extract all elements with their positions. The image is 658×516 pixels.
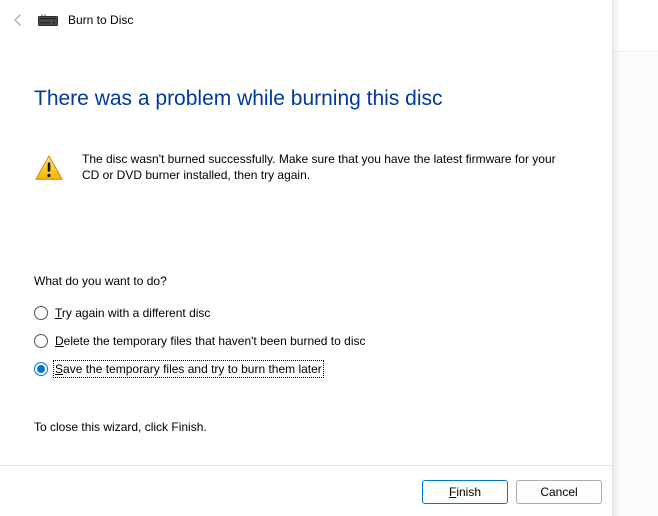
prompt-text: What do you want to do? — [34, 274, 580, 288]
wizard-header: Burn to Disc — [0, 0, 612, 36]
right-chrome-strip — [612, 0, 658, 516]
radio-group: Try again with a different disc Delete t… — [34, 306, 580, 376]
radio-indicator — [34, 334, 48, 348]
radio-save-temp[interactable]: Save the temporary files and try to burn… — [34, 362, 580, 376]
warning-icon — [34, 153, 64, 183]
disc-drive-icon — [38, 13, 58, 27]
radio-label: Delete the temporary files that haven't … — [55, 334, 365, 348]
radio-try-again[interactable]: Try again with a different disc — [34, 306, 580, 320]
radio-indicator — [34, 306, 48, 320]
right-chrome-top — [613, 0, 658, 52]
close-hint: To close this wizard, click Finish. — [34, 420, 580, 434]
radio-delete-temp[interactable]: Delete the temporary files that haven't … — [34, 334, 580, 348]
radio-indicator — [34, 362, 48, 376]
error-row: The disc wasn't burned successfully. Mak… — [34, 151, 580, 183]
radio-label: Save the temporary files and try to burn… — [55, 362, 322, 376]
wizard-footer: Finish Cancel — [0, 480, 612, 504]
footer-divider — [0, 465, 612, 466]
radio-label: Try again with a different disc — [55, 306, 210, 320]
page-heading: There was a problem while burning this d… — [34, 86, 580, 111]
finish-button[interactable]: Finish — [422, 480, 508, 504]
back-arrow-icon — [8, 10, 28, 30]
wizard-window: Burn to Disc There was a problem while b… — [0, 0, 612, 516]
error-message: The disc wasn't burned successfully. Mak… — [82, 151, 580, 183]
wizard-title: Burn to Disc — [68, 13, 133, 27]
wizard-content: There was a problem while burning this d… — [0, 36, 612, 434]
cancel-button[interactable]: Cancel — [516, 480, 602, 504]
